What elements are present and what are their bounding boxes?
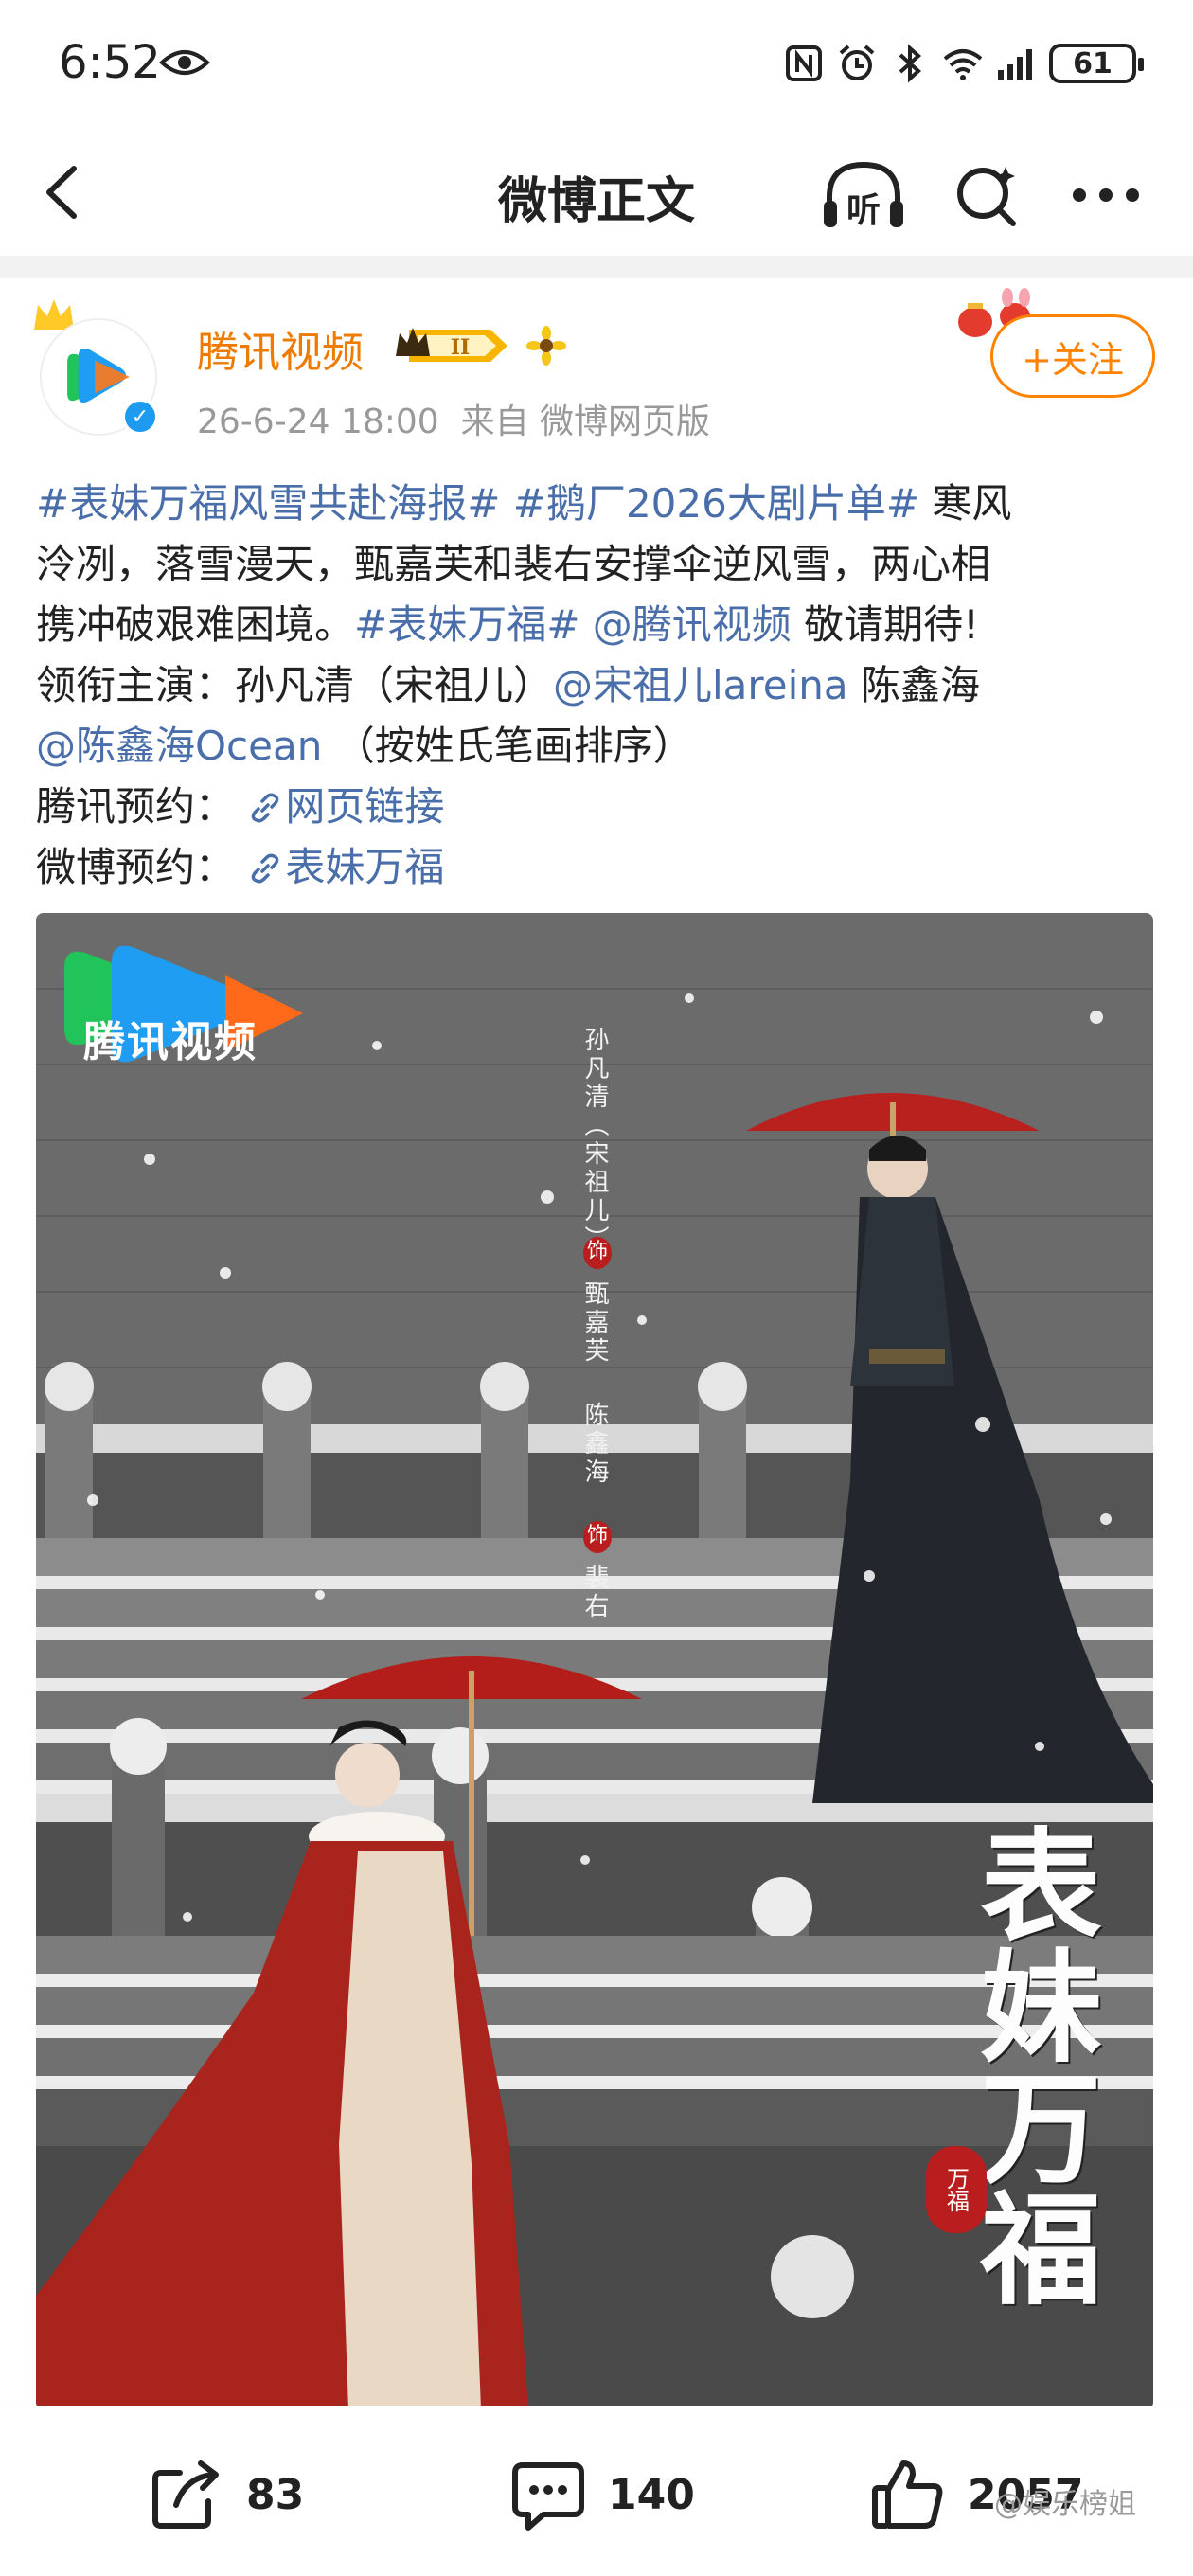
post-line: 微博预约： 表妹万福 [36,837,1163,898]
battery-icon: 61 [1049,44,1144,83]
comment-count: 140 [608,2470,695,2519]
verified-badge-icon: ✓ [121,398,159,436]
post-body: #表妹万福风雪共赴海报# #鹅厂2026大剧片单# 寒风 泠冽，落雪漫天，甄嘉芙… [36,474,1163,898]
listen-label: 听 [846,191,881,230]
post-text: 携冲破艰难困境。 [36,601,355,648]
headphones-listen-icon[interactable]: 听 [820,159,907,233]
bluetooth-icon [899,44,922,83]
topic-link[interactable]: 表妹万福 [247,844,444,890]
post-text: 领衔主演：孙凡清（宋祖儿） [36,662,554,708]
author-avatar-block[interactable]: ✓ [30,295,170,436]
poster-role-1: 甄嘉芙 [580,1280,609,1366]
post-line: 泠冽，落雪漫天，甄嘉芙和裴右安撑伞逆风雪，两心相 [36,534,1163,595]
mention-link[interactable]: @腾讯视频 [593,601,792,648]
action-bar: 83 140 2057 @娱乐榜姐 [0,2406,1193,2576]
post-text: 寒风 [919,480,1012,527]
web-link[interactable]: 网页链接 [247,783,444,830]
more-options-icon[interactable] [1070,186,1142,205]
navigation-bar: 微博正文 听 [0,133,1193,256]
post-text: 泠冽，落雪漫天，甄嘉芙和裴右安撑伞逆风雪，两心相 [36,541,991,587]
eye-icon [159,50,210,75]
hashtag-link[interactable]: #表妹万福风雪共赴海报# [36,480,500,527]
nfc-icon [786,45,822,81]
post-text: 敬请期待! [791,601,979,648]
search-icon[interactable] [953,161,1021,229]
signal-icon [998,49,1032,80]
wifi-icon [943,49,983,80]
post-timestamp: 26-6-24 18:00 [197,402,439,441]
watermark: @娱乐榜姐 [994,2488,1136,2521]
share-button[interactable]: 83 [148,2456,304,2533]
thumbs-up-icon [872,2460,943,2529]
sunflower-icon [526,326,566,366]
post-meta: 26-6-24 18:00 来自 微博网页版 [197,394,710,443]
link-icon [252,793,279,823]
poster-role-marker: 饰 [583,1521,612,1553]
link-label: 腾讯预约： [36,783,236,830]
alarm-icon [839,45,875,80]
hashtag-link[interactable]: #鹅厂2026大剧片单# [513,480,919,527]
post-line: 携冲破艰难困境。#表妹万福# @腾讯视频 敬请期待! [36,595,1163,655]
comment-icon [512,2462,584,2531]
post-text: （按姓氏笔画排序） [322,723,693,769]
topic-link-label: 表妹万福 [285,844,445,890]
poster-cast-2: 陈鑫海 [580,1402,609,1487]
poster-seal: 万福 [926,2146,987,2233]
poster-title: 表妹万福 [959,1822,1101,2307]
hashtag-link[interactable]: #表妹万福# [354,601,579,648]
post-line: 腾讯预约： 网页链接 [36,777,1163,837]
share-icon [152,2460,219,2529]
author-name[interactable]: 腾讯视频 [197,318,364,379]
post-image[interactable]: 腾讯视频 孙凡清（宋祖儿） 饰 甄嘉芙 陈鑫海 饰 裴右 表妹万福 万福 [36,913,1153,2409]
comment-button[interactable]: 140 [509,2456,695,2533]
status-bar: 6:52 61 [0,0,1193,133]
web-link-label: 网页链接 [285,783,445,830]
follow-button[interactable]: +关注 [990,314,1155,398]
section-divider [0,256,1193,278]
post-line: 领衔主演：孙凡清（宋祖儿）@宋祖儿lareina 陈鑫海 [36,655,1163,716]
level-badge-icon: II [396,328,507,362]
poster-role-marker: 饰 [583,1237,612,1269]
post-source: 来自 微博网页版 [460,402,711,441]
poster-role-2: 裴右 [580,1565,609,1621]
level-label: II [451,335,471,360]
link-label: 微博预约： [36,844,236,890]
post-line: @陈鑫海Ocean （按姓氏笔画排序） [36,716,1163,777]
post-text: 陈鑫海 [847,662,980,708]
status-icons: 61 [784,42,1144,85]
link-icon [252,853,279,884]
mention-link[interactable]: @陈鑫海Ocean [36,723,322,769]
share-count: 83 [246,2470,305,2519]
poster-logo: 腾讯视频 [83,1018,258,1066]
mention-link[interactable]: @宋祖儿lareina [553,662,848,708]
status-time: 6:52 [59,36,161,89]
poster-cast-1: 孙凡清（宋祖儿） [580,1027,609,1254]
battery-level: 61 [1073,46,1113,80]
post-line: #表妹万福风雪共赴海报# #鹅厂2026大剧片单# 寒风 [36,474,1163,534]
